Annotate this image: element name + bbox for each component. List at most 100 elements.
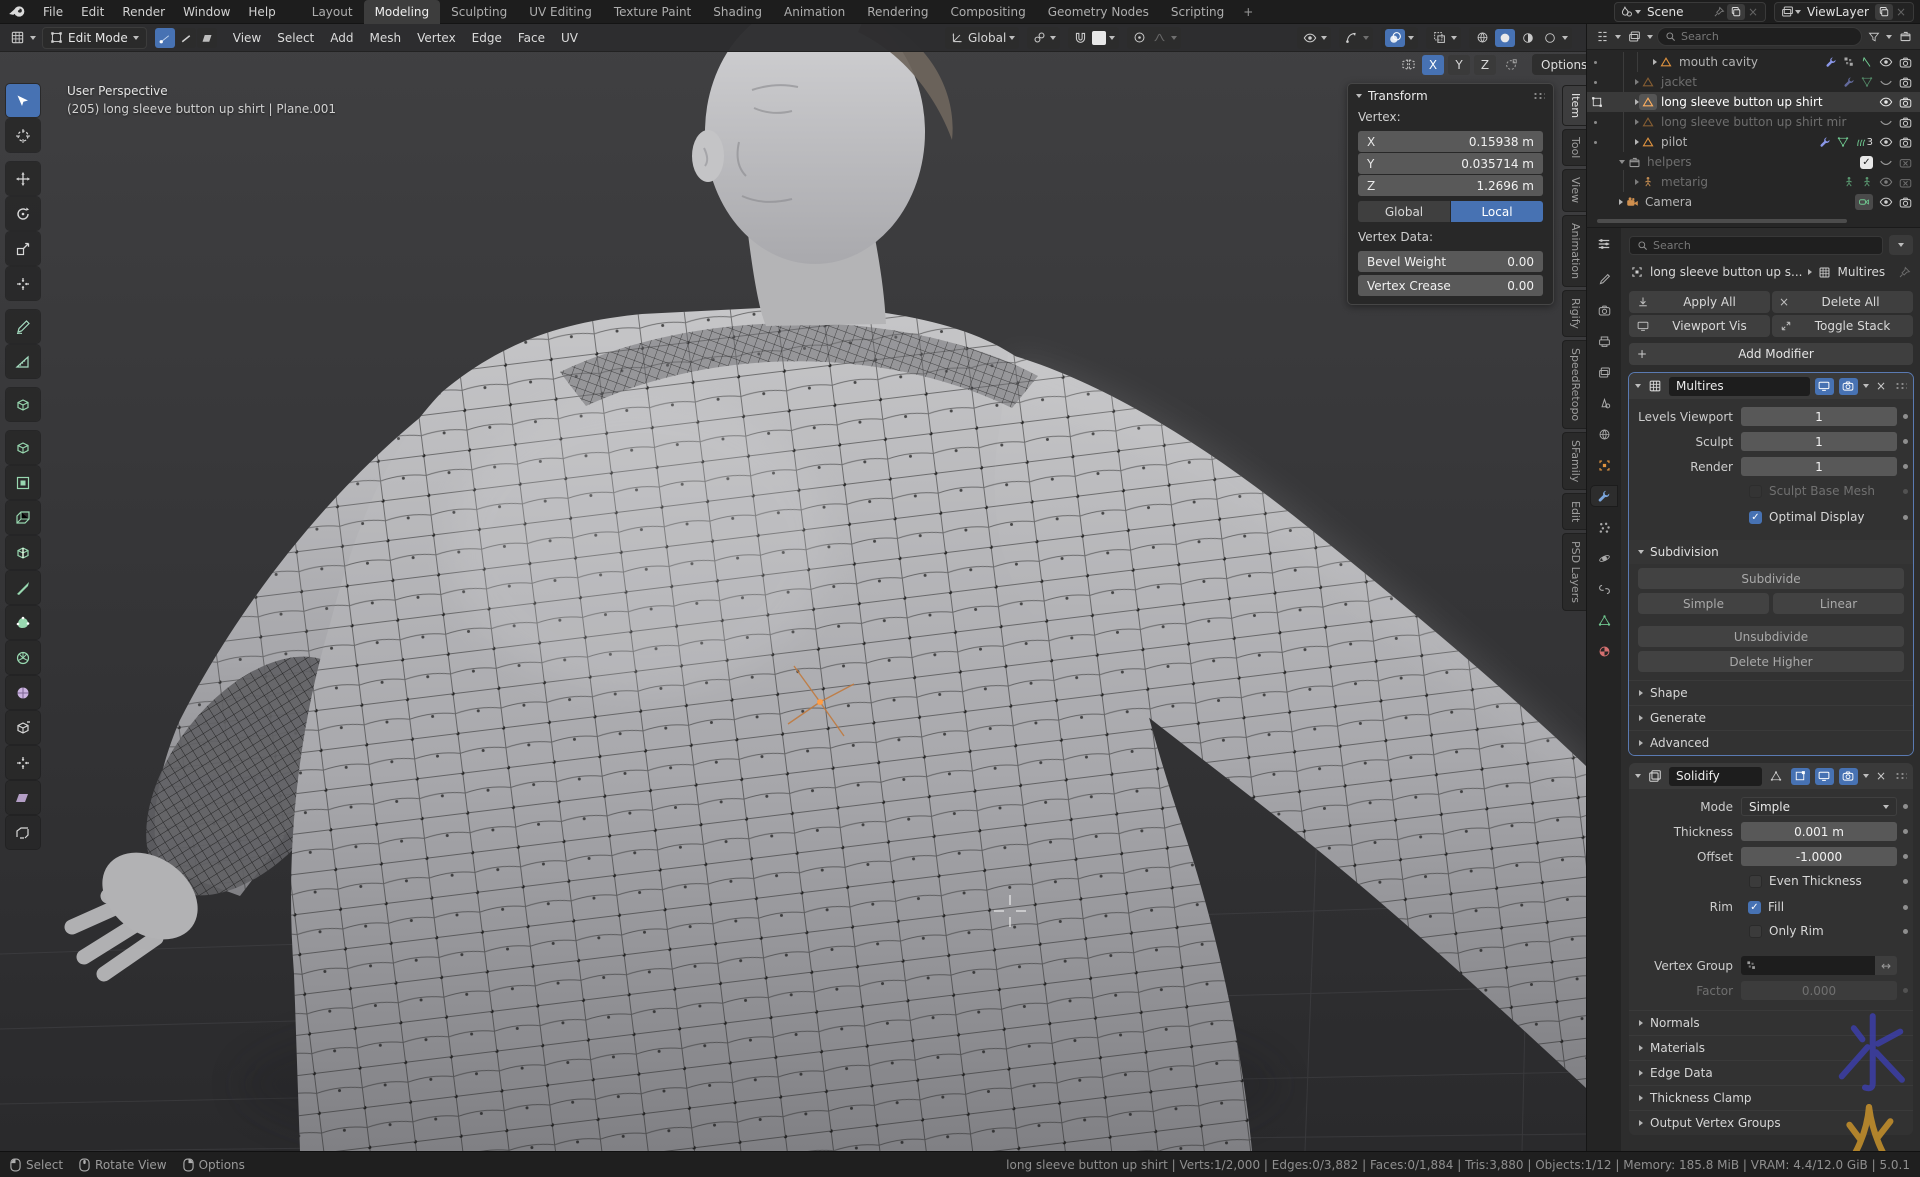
tab-physics-properties[interactable] [1591,548,1617,568]
menu-select[interactable]: Select [269,31,322,45]
viewport-3d[interactable]: Edit Mode View Select Add Mesh Vertex Ed… [0,24,1586,1151]
tab-object-properties[interactable] [1591,455,1617,475]
global-button[interactable]: Global [1358,201,1450,222]
correct-face-attributes-icon[interactable] [1500,58,1522,72]
menu-render[interactable]: Render [113,0,174,24]
modifier-icon[interactable] [1819,136,1831,148]
tab-output-properties[interactable] [1591,331,1617,351]
outliner-row-jacket[interactable]: jacket [1587,72,1920,92]
multires-extras-icon[interactable] [1863,384,1869,388]
workspace-modeling[interactable]: Modeling [364,0,441,24]
orientation-dropdown[interactable]: Global [945,27,1019,49]
factor-field[interactable]: 0.000 [1741,981,1897,1000]
tab-scene-properties[interactable] [1591,393,1617,413]
panel-drag-handle[interactable] [1533,92,1545,100]
sculpt-base-mesh-checkbox[interactable] [1749,485,1762,498]
menu-add[interactable]: Add [322,31,361,45]
material-shading-icon[interactable] [1518,32,1537,44]
cursor-tool-button[interactable] [6,119,40,152]
disable-render-x-icon[interactable] [1899,176,1912,189]
camera-data-icon[interactable] [1855,194,1873,210]
only-rim-checkbox[interactable] [1749,925,1762,938]
subdivide-button[interactable]: Subdivide [1638,568,1904,589]
hide-closed-icon[interactable] [1879,75,1893,89]
menu-uv[interactable]: UV [553,31,586,45]
rim-fill-checkbox[interactable]: ✓ [1748,901,1761,914]
scene-selector[interactable]: Scene × [1614,2,1766,22]
outliner-row-mouth-cavity[interactable]: mouth cavity [1587,52,1920,72]
vertex-z-field[interactable]: Z1.2696 m [1358,175,1543,196]
hide-icon[interactable] [1879,195,1893,209]
rendered-shading-icon[interactable] [1540,32,1559,44]
solidify-viewport-toggle-icon[interactable] [1815,768,1834,785]
workspace-uv-editing[interactable]: UV Editing [518,0,603,24]
keyframe-dot[interactable] [1903,879,1908,884]
workspace-texture-paint[interactable]: Texture Paint [603,0,702,24]
multires-render-toggle-icon[interactable] [1839,378,1858,395]
unlink-scene-icon[interactable]: × [1745,5,1761,19]
properties-editor-icon[interactable] [1591,234,1617,254]
local-button[interactable]: Local [1451,201,1543,222]
tab-view[interactable]: View [1562,169,1586,211]
apply-all-button[interactable]: Apply All [1629,291,1770,313]
multires-drag-handle[interactable] [1895,382,1907,390]
expand-icon[interactable] [1635,179,1639,185]
mesh-icon[interactable] [1861,76,1873,88]
subdivision-section-header[interactable]: Subdivision [1629,540,1913,564]
tab-sfamily[interactable]: SFamily [1562,432,1586,490]
keyframe-dot[interactable] [1903,464,1908,469]
hide-icon[interactable] [1879,95,1893,109]
hide-closed-icon[interactable] [1879,155,1893,169]
workspace-compositing[interactable]: Compositing [939,0,1036,24]
keyframe-dot[interactable] [1903,804,1908,809]
menu-vertex[interactable]: Vertex [409,31,464,45]
workspace-layout[interactable]: Layout [301,0,364,24]
tab-edit[interactable]: Edit [1562,493,1586,530]
normals-section[interactable]: Normals [1629,1010,1913,1035]
disable-render-icon[interactable] [1899,56,1912,69]
menu-view[interactable]: View [225,31,269,45]
tab-render-properties[interactable] [1591,300,1617,320]
unsubdivide-button[interactable]: Unsubdivide [1638,626,1904,647]
properties-search-input[interactable] [1653,239,1875,252]
tab-constraint-properties[interactable] [1591,579,1617,599]
disable-render-icon[interactable] [1899,196,1912,209]
keyframe-dot[interactable] [1903,905,1908,910]
breadcrumb-modifier[interactable]: Multires [1838,265,1886,279]
vertex-group-field[interactable] [1741,956,1875,975]
solidify-cage-toggle-icon[interactable] [1767,768,1786,785]
tweak-tool-button[interactable] [6,84,40,117]
tab-world-properties[interactable] [1591,424,1617,444]
smooth-tool-button[interactable] [6,676,40,709]
vertex-crease-field[interactable]: Vertex Crease0.00 [1358,275,1543,296]
tab-rigify[interactable]: Rigify [1562,290,1586,337]
workspace-geometry-nodes[interactable]: Geometry Nodes [1037,0,1160,24]
move-tool-button[interactable] [6,162,40,195]
rip-region-tool-button[interactable] [6,816,40,849]
outliner-row-helpers[interactable]: helpers ✓ [1587,152,1920,172]
bevel-tool-button[interactable] [6,501,40,534]
solidify-editmode-toggle-icon[interactable] [1791,768,1810,785]
measure-tool-button[interactable] [6,345,40,378]
options-dropdown[interactable]: Options [1532,54,1586,75]
keyframe-dot[interactable] [1903,439,1908,444]
tab-tool[interactable]: Tool [1562,129,1586,166]
advanced-section[interactable]: Advanced [1629,730,1913,755]
spin-tool-button[interactable] [6,641,40,674]
tab-viewlayer-properties[interactable] [1591,362,1617,382]
solidify-name-field[interactable]: Solidify [1669,767,1762,786]
tab-modifier-properties[interactable] [1591,486,1617,506]
xray-icon[interactable] [1430,31,1448,44]
gizmo-dropdown[interactable] [1339,27,1373,49]
visibility-dropdown[interactable] [1297,27,1331,49]
outliner-row-pilot[interactable]: pilot 3 [1587,132,1920,152]
properties-search[interactable] [1629,236,1883,255]
overlays-icon[interactable] [1385,29,1405,47]
vertex-select-button[interactable] [155,28,175,48]
solidify-drag-handle[interactable] [1895,772,1907,780]
workspace-scripting[interactable]: Scripting [1160,0,1235,24]
rotate-tool-button[interactable] [6,197,40,230]
mirror-z-button[interactable]: Z [1474,55,1496,75]
multires-name-field[interactable]: Multires [1669,377,1810,396]
outliner-search[interactable] [1657,27,1862,46]
